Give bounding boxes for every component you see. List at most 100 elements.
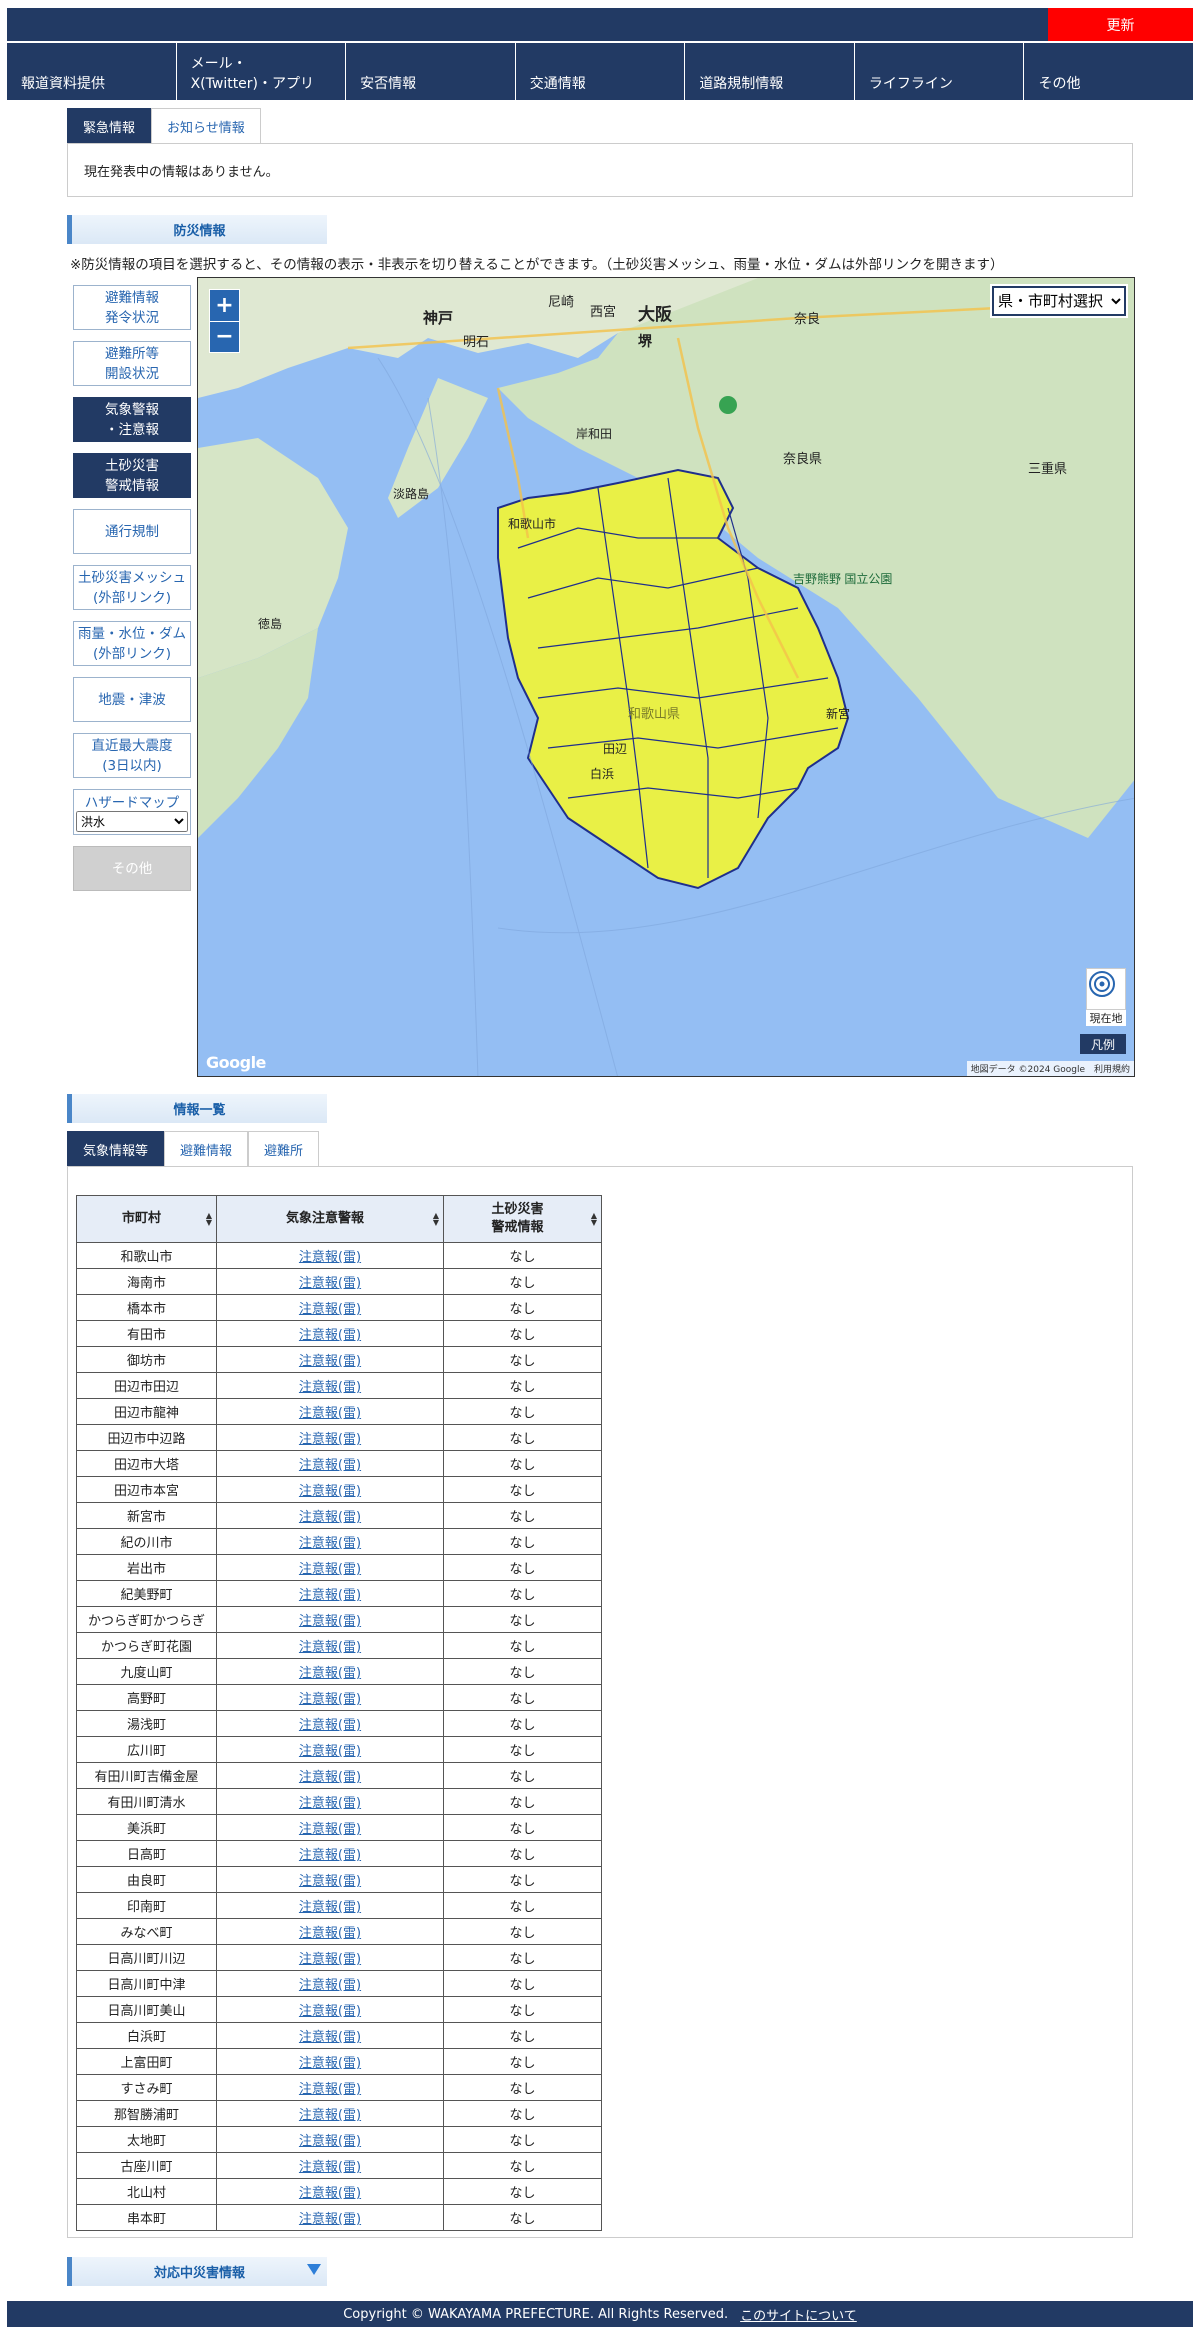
- warning-link[interactable]: 注意報(雷): [299, 1406, 361, 1421]
- tab-emergency-info[interactable]: 緊急情報: [67, 108, 152, 143]
- column-header-weather-warning[interactable]: 気象注意警報 ▲ ▼: [216, 1195, 444, 1243]
- table-row: 由良町 注意報(雷) なし: [76, 1866, 602, 1893]
- current-location-button[interactable]: [1086, 968, 1126, 1010]
- warning-link[interactable]: 注意報(雷): [299, 1900, 361, 1915]
- table-row: 田辺市大塔 注意報(雷) なし: [76, 1450, 602, 1477]
- warning-link[interactable]: 注意報(雷): [299, 2082, 361, 2097]
- warning-link[interactable]: 注意報(雷): [299, 1328, 361, 1343]
- warning-link[interactable]: 注意報(雷): [299, 1302, 361, 1317]
- map-label-nishinomiya: 西宮: [590, 304, 616, 319]
- bousai-note: ※防災情報の項目を選択すると、その情報の表示・非表示を切り替えることができます。…: [70, 257, 1004, 273]
- table-row: 印南町 注意報(雷) なし: [76, 1892, 602, 1919]
- zoom-in-button[interactable]: +: [210, 290, 239, 322]
- earthquake-tsunami-button[interactable]: 地震・津波: [73, 677, 191, 722]
- warning-link[interactable]: 注意報(雷): [299, 2004, 361, 2019]
- nav-lifeline[interactable]: ライフライン: [855, 43, 1025, 100]
- warning-link[interactable]: 注意報(雷): [299, 1432, 361, 1447]
- cell-weather-warning: 注意報(雷): [216, 1450, 444, 1477]
- column-header-landslide[interactable]: 土砂災害 警戒情報 ▲ ▼: [443, 1195, 602, 1243]
- map-label-wakayama-ken: 和歌山県: [628, 706, 680, 721]
- cell-weather-warning: 注意報(雷): [216, 1762, 444, 1789]
- warning-link[interactable]: 注意報(雷): [299, 1874, 361, 1889]
- warning-link[interactable]: 注意報(雷): [299, 1458, 361, 1473]
- warning-link[interactable]: 注意報(雷): [299, 1744, 361, 1759]
- warning-link[interactable]: 注意報(雷): [299, 1666, 361, 1681]
- table-row: 広川町 注意報(雷) なし: [76, 1736, 602, 1763]
- column-header-municipality[interactable]: 市町村 ▲ ▼: [76, 1195, 217, 1243]
- warning-link[interactable]: 注意報(雷): [299, 2160, 361, 2175]
- warning-link[interactable]: 注意報(雷): [299, 1380, 361, 1395]
- rainfall-waterlevel-dam-link[interactable]: 雨量・水位・ダム (外部リンク): [73, 621, 191, 666]
- warning-link[interactable]: 注意報(雷): [299, 1848, 361, 1863]
- warning-link[interactable]: 注意報(雷): [299, 1822, 361, 1837]
- table-row: 紀の川市 注意報(雷) なし: [76, 1528, 602, 1555]
- municipality-select[interactable]: 県・市町村選択: [990, 284, 1128, 318]
- recent-max-intensity-button[interactable]: 直近最大震度 (3日以内): [73, 733, 191, 778]
- table-row: 那智勝浦町 注意報(雷) なし: [76, 2100, 602, 2127]
- nav-safety-info[interactable]: 安否情報: [346, 43, 516, 100]
- tab-shelters[interactable]: 避難所: [248, 1131, 320, 1166]
- nav-road-regulation[interactable]: 道路規制情報: [685, 43, 855, 100]
- warning-link[interactable]: 注意報(雷): [299, 1250, 361, 1265]
- other-button[interactable]: その他: [73, 846, 191, 891]
- warning-link[interactable]: 注意報(雷): [299, 1510, 361, 1525]
- cell-municipality: 有田市: [76, 1320, 217, 1347]
- warning-link[interactable]: 注意報(雷): [299, 2212, 361, 2227]
- warning-link[interactable]: 注意報(雷): [299, 1588, 361, 1603]
- warning-link[interactable]: 注意報(雷): [299, 1276, 361, 1291]
- warning-link[interactable]: 注意報(雷): [299, 1536, 361, 1551]
- nav-press-release[interactable]: 報道資料提供: [7, 43, 177, 100]
- table-row: 岩出市 注意報(雷) なし: [76, 1554, 602, 1581]
- nav-traffic-info[interactable]: 交通情報: [516, 43, 686, 100]
- warning-link[interactable]: 注意報(雷): [299, 1692, 361, 1707]
- update-button[interactable]: 更新: [1048, 8, 1193, 41]
- warning-link[interactable]: 注意報(雷): [299, 2108, 361, 2123]
- shelter-status-button[interactable]: 避難所等 開設状況: [73, 341, 191, 386]
- tab-notice-info[interactable]: お知らせ情報: [151, 108, 261, 143]
- warning-link[interactable]: 注意報(雷): [299, 1718, 361, 1733]
- cell-weather-warning: 注意報(雷): [216, 2178, 444, 2205]
- cell-weather-warning: 注意報(雷): [216, 1346, 444, 1373]
- warning-link[interactable]: 注意報(雷): [299, 1354, 361, 1369]
- cell-municipality: 白浜町: [76, 2022, 217, 2049]
- cell-municipality: 日高川町美山: [76, 1996, 217, 2023]
- landslide-mesh-link[interactable]: 土砂災害メッシュ (外部リンク): [73, 565, 191, 610]
- info-panel: 市町村 ▲ ▼ 気象注意警報 ▲ ▼ 土砂災害 警戒情報 ▲ ▼ 和歌山市 注意報(雷) なし海…: [67, 1166, 1133, 2238]
- warning-link[interactable]: 注意報(雷): [299, 1614, 361, 1629]
- landslide-alert-button[interactable]: 土砂災害 警戒情報: [73, 453, 191, 498]
- tab-weather-info[interactable]: 気象情報等: [67, 1131, 165, 1166]
- warning-link[interactable]: 注意報(雷): [299, 2056, 361, 2071]
- warning-link[interactable]: 注意報(雷): [299, 1484, 361, 1499]
- tab-evacuation-info[interactable]: 避難情報: [164, 1131, 249, 1166]
- warning-link[interactable]: 注意報(雷): [299, 2030, 361, 2045]
- warning-link[interactable]: 注意報(雷): [299, 1796, 361, 1811]
- warning-link[interactable]: 注意報(雷): [299, 2186, 361, 2201]
- warning-link[interactable]: 注意報(雷): [299, 1640, 361, 1655]
- weather-warning-button[interactable]: 気象警報 ・注意報: [73, 397, 191, 442]
- map-attribution[interactable]: 地図データ ©2024 Google 利用規約: [966, 1061, 1134, 1076]
- cell-weather-warning: 注意報(雷): [216, 1918, 444, 1945]
- nav-mail-x-app[interactable]: メール・ X(Twitter)・アプリ: [177, 43, 347, 100]
- alert-message: 現在発表中の情報はありません。: [84, 164, 279, 180]
- cell-weather-warning: 注意報(雷): [216, 2126, 444, 2153]
- warning-link[interactable]: 注意報(雷): [299, 1926, 361, 1941]
- warning-link[interactable]: 注意報(雷): [299, 1978, 361, 1993]
- disaster-map[interactable]: 神戸 大阪 堺 西宮 尼崎 明石 奈良 奈良県 三重県 岸和田 淡路島 徳島 和…: [197, 277, 1135, 1077]
- zoom-out-button[interactable]: −: [210, 322, 239, 353]
- nav-other[interactable]: その他: [1024, 43, 1193, 100]
- evacuation-order-button[interactable]: 避難情報 発令状況: [73, 285, 191, 330]
- warning-link[interactable]: 注意報(雷): [299, 2134, 361, 2149]
- cell-weather-warning: 注意報(雷): [216, 1554, 444, 1581]
- warning-link[interactable]: 注意報(雷): [299, 1770, 361, 1785]
- traffic-regulation-button[interactable]: 通行規制: [73, 509, 191, 554]
- zoom-control: + −: [209, 289, 240, 353]
- section-header-active-disaster[interactable]: 対応中災害情報: [67, 2257, 327, 2286]
- table-row: 九度山町 注意報(雷) なし: [76, 1658, 602, 1685]
- hazard-map-select[interactable]: 洪水: [76, 811, 188, 832]
- about-site-link[interactable]: このサイトについて: [740, 2305, 857, 2324]
- cell-weather-warning: 注意報(雷): [216, 2048, 444, 2075]
- legend-button[interactable]: 凡例: [1080, 1034, 1126, 1054]
- cell-landslide-status: なし: [443, 1814, 602, 1841]
- warning-link[interactable]: 注意報(雷): [299, 1952, 361, 1967]
- warning-link[interactable]: 注意報(雷): [299, 1562, 361, 1577]
